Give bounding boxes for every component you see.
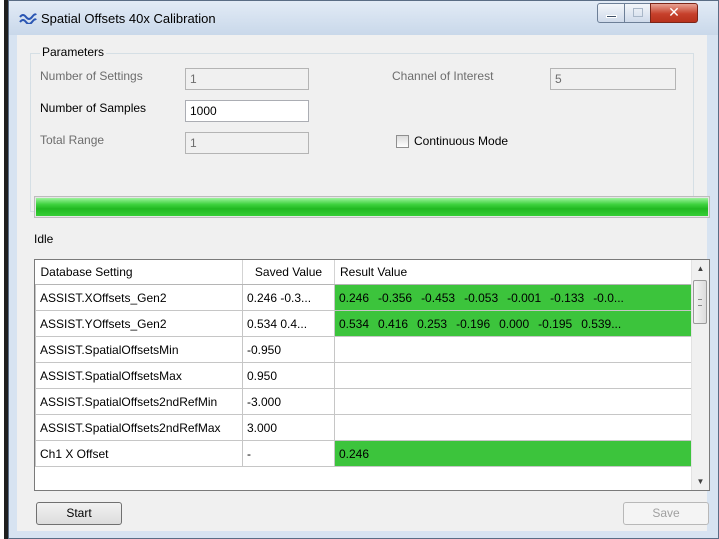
maximize-icon xyxy=(633,8,643,17)
setting-name-cell[interactable]: ASSIST.YOffsets_Gen2 xyxy=(35,310,243,337)
table-row[interactable]: ASSIST.YOffsets_Gen2 0.534 0.4... 0.534 0.4… xyxy=(35,310,695,337)
saved-value-cell[interactable]: 0.950 xyxy=(242,362,335,389)
table-row[interactable]: ASSIST.SpatialOffsets2ndRefMin -3.000 xyxy=(35,388,695,415)
column-header-database-setting[interactable]: Database Setting xyxy=(35,260,243,285)
scroll-up-icon[interactable]: ▲ xyxy=(692,260,709,277)
result-value: 0.534 xyxy=(339,316,370,331)
close-button[interactable]: ✕ xyxy=(650,3,698,23)
table-row[interactable]: ASSIST.XOffsets_Gen2 0.246 -0.3... 0.246 -0… xyxy=(35,284,695,311)
number-of-settings-field: 1 xyxy=(185,68,309,90)
result-value: -0.133 xyxy=(550,290,585,305)
calibration-window: Spatial Offsets 40x Calibration ✕ Parame… xyxy=(8,0,719,539)
saved-value-cell[interactable]: 0.534 0.4... xyxy=(242,310,335,337)
scroll-down-icon[interactable]: ▼ xyxy=(692,473,709,490)
result-value: 0.539... xyxy=(581,316,622,331)
column-header-saved-value[interactable]: Saved Value xyxy=(242,260,335,285)
number-of-samples-input[interactable]: 1000 xyxy=(185,100,309,122)
window-client-area: Parameters Number of Settings 1 Number o… xyxy=(17,35,710,531)
result-value-cell[interactable]: 0.246 -0.356 -0.453 -0.053 -0.001 -0.133 -0.0.… xyxy=(334,284,695,311)
result-value: 0.246 xyxy=(339,290,370,305)
total-range-field: 1 xyxy=(185,132,309,154)
settings-table: Database Setting Saved Value Result Valu… xyxy=(35,260,695,467)
saved-value-cell[interactable]: 0.246 -0.3... xyxy=(242,284,335,311)
scrollbar-thumb[interactable] xyxy=(693,280,707,324)
settings-grid[interactable]: Database Setting Saved Value Result Valu… xyxy=(34,259,710,491)
result-value-cell[interactable]: 0.246 xyxy=(334,440,695,467)
wave-icon xyxy=(19,13,37,24)
setting-name-cell[interactable]: ASSIST.SpatialOffsetsMin xyxy=(35,336,243,363)
total-range-label: Total Range xyxy=(40,133,105,147)
continuous-mode-checkbox[interactable] xyxy=(396,135,409,148)
result-value: -0.356 xyxy=(378,290,413,305)
saved-value-cell[interactable]: - xyxy=(242,440,335,467)
title-bar[interactable]: Spatial Offsets 40x Calibration ✕ xyxy=(9,1,718,35)
window-title: Spatial Offsets 40x Calibration xyxy=(41,11,216,26)
result-value-cell[interactable] xyxy=(334,414,695,441)
column-header-result-value[interactable]: Result Value xyxy=(334,260,695,285)
parameters-group: Parameters Number of Settings 1 Number o… xyxy=(30,45,694,212)
progress-bar xyxy=(34,196,710,218)
number-of-samples-label: Number of Samples xyxy=(40,101,147,115)
setting-name-cell[interactable]: Ch1 X Offset xyxy=(35,440,243,467)
saved-value-cell[interactable]: -3.000 xyxy=(242,388,335,415)
grid-header-row: Database Setting Saved Value Result Valu… xyxy=(35,260,695,285)
saved-value-cell[interactable]: 3.000 xyxy=(242,414,335,441)
continuous-mode-label[interactable]: Continuous Mode xyxy=(414,134,508,148)
result-value-cell[interactable] xyxy=(334,388,695,415)
vertical-scrollbar[interactable]: ▲ ▼ xyxy=(691,260,709,490)
result-value-cell[interactable] xyxy=(334,336,695,363)
status-text: Idle xyxy=(34,232,54,246)
setting-name-cell[interactable]: ASSIST.SpatialOffsets2ndRefMin xyxy=(35,388,243,415)
result-value: -0.001 xyxy=(507,290,542,305)
parameters-legend: Parameters xyxy=(40,45,107,59)
save-button[interactable]: Save xyxy=(623,502,709,525)
result-value-cell[interactable] xyxy=(334,362,695,389)
channel-of-interest-field: 5 xyxy=(550,68,676,90)
setting-name-cell[interactable]: ASSIST.SpatialOffsets2ndRefMax xyxy=(35,414,243,441)
result-value: 0.246 xyxy=(339,446,370,461)
table-row[interactable]: Ch1 X Offset -0.246 xyxy=(35,440,695,467)
background-edge-highlight xyxy=(0,0,4,539)
result-value: -0.0... xyxy=(593,290,624,305)
number-of-settings-label: Number of Settings xyxy=(40,69,143,83)
result-value: -0.195 xyxy=(538,316,573,331)
setting-name-cell[interactable]: ASSIST.SpatialOffsetsMax xyxy=(35,362,243,389)
result-value-cell[interactable]: 0.534 0.416 0.253 -0.196 0.000 -0.195 0.539... xyxy=(334,310,695,337)
minimize-button[interactable] xyxy=(597,3,625,23)
result-value: 0.000 xyxy=(499,316,530,331)
table-row[interactable]: ASSIST.SpatialOffsetsMax 0.950 xyxy=(35,362,695,389)
saved-value-cell[interactable]: -0.950 xyxy=(242,336,335,363)
table-row[interactable]: ASSIST.SpatialOffsetsMin -0.950 xyxy=(35,336,695,363)
result-value: -0.196 xyxy=(456,316,491,331)
channel-of-interest-label: Channel of Interest xyxy=(392,69,494,83)
minimize-icon xyxy=(606,15,617,18)
maximize-button[interactable] xyxy=(624,3,651,23)
result-value: 0.416 xyxy=(378,316,409,331)
progress-fill xyxy=(36,198,708,216)
close-icon: ✕ xyxy=(668,5,680,21)
start-button[interactable]: Start xyxy=(36,502,122,525)
result-value: -0.053 xyxy=(464,290,499,305)
setting-name-cell[interactable]: ASSIST.XOffsets_Gen2 xyxy=(35,284,243,311)
result-value: -0.453 xyxy=(421,290,456,305)
table-row[interactable]: ASSIST.SpatialOffsets2ndRefMax 3.000 xyxy=(35,414,695,441)
result-value: 0.253 xyxy=(417,316,448,331)
